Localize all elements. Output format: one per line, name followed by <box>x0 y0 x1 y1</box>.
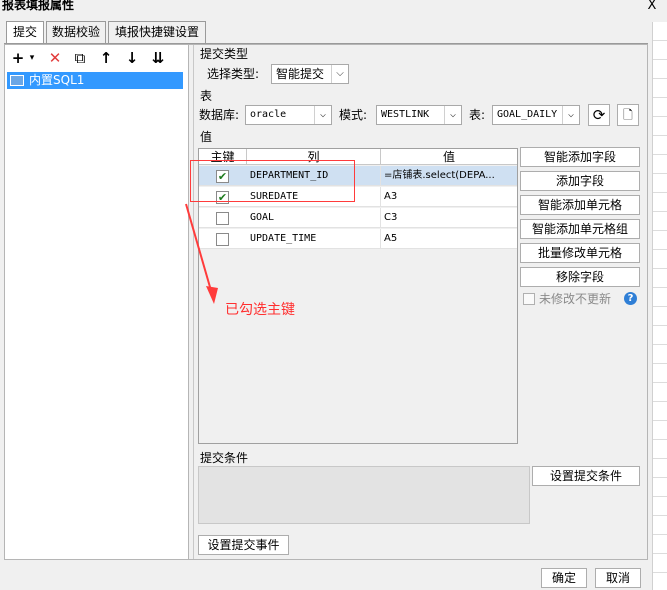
value-cell[interactable]: A5 <box>381 229 517 249</box>
column-header-value: 值 <box>442 150 455 164</box>
delete-icon[interactable]: ✕ <box>45 48 65 68</box>
tab-shortcut-settings[interactable]: 填报快捷键设置 <box>108 21 206 43</box>
table-select[interactable]: GOAL_DAILY ⌵ <box>492 105 580 125</box>
no-update-unmodified-checkbox[interactable] <box>523 293 535 305</box>
copy-icon[interactable]: ⧉ <box>70 48 90 68</box>
chevron-down-icon: ⌵ <box>562 106 579 124</box>
move-bottom-icon[interactable]: ⇊ <box>148 48 168 68</box>
table-value: GOAL_DAILY <box>497 109 558 120</box>
move-up-icon[interactable]: ↑ <box>96 48 116 68</box>
move-down-icon[interactable]: ↓ <box>122 48 142 68</box>
submit-type-select[interactable]: 智能提交 ⌵ <box>271 64 349 84</box>
tab-submit[interactable]: 提交 <box>6 21 44 44</box>
submit-type-label: 选择类型: <box>207 67 260 81</box>
table-row[interactable]: UPDATE_TIME A5 <box>199 229 517 249</box>
value-cell[interactable]: =店铺表.select(DEPA... <box>381 166 517 186</box>
chevron-down-icon: ⌵ <box>444 106 461 124</box>
smart-add-cell-button[interactable]: 智能添加单元格 <box>520 195 640 215</box>
help-icon[interactable]: ? <box>624 292 637 305</box>
table-label: 表: <box>469 108 486 122</box>
add-dropdown-icon[interactable]: ▾ <box>27 48 37 68</box>
value-cell[interactable]: C3 <box>381 208 517 228</box>
annotation-highlight-box <box>190 160 355 202</box>
submit-condition-section-title: 提交条件 <box>200 451 249 465</box>
column-cell[interactable]: UPDATE_TIME <box>247 229 381 249</box>
submit-type-value: 智能提交 <box>276 67 325 81</box>
batch-modify-cell-button[interactable]: 批量修改单元格 <box>520 243 640 263</box>
database-label: 数据库: <box>199 108 240 122</box>
remove-field-button[interactable]: 移除字段 <box>520 267 640 287</box>
schema-label: 模式: <box>339 108 368 122</box>
set-submit-condition-button[interactable]: 设置提交条件 <box>532 466 640 486</box>
table-row[interactable]: GOAL C3 <box>199 208 517 228</box>
set-submit-event-button[interactable]: 设置提交事件 <box>198 535 289 555</box>
chevron-down-icon: ⌵ <box>314 106 331 124</box>
annotation-arrow <box>185 203 218 304</box>
refresh-icon[interactable]: ⟳ <box>588 104 610 126</box>
window-title: 报表填报属性 <box>0 0 667 14</box>
schema-value: WESTLINK <box>381 109 430 120</box>
database-select[interactable]: oracle ⌵ <box>245 105 332 125</box>
annotation-text: 已勾选主键 <box>225 302 295 318</box>
preview-table-icon[interactable]: 🗋 <box>617 104 639 126</box>
cancel-button[interactable]: 取消 <box>595 568 641 588</box>
submit-type-section-title: 提交类型 <box>200 47 249 61</box>
add-icon[interactable]: + <box>10 48 26 68</box>
add-field-button[interactable]: 添加字段 <box>520 171 640 191</box>
smart-add-cell-group-button[interactable]: 智能添加单元格组 <box>520 219 640 239</box>
value-cell[interactable]: A3 <box>381 187 517 207</box>
background-window-edge <box>652 22 667 590</box>
smart-add-field-button[interactable]: 智能添加字段 <box>520 147 640 167</box>
sql-list-pane <box>5 45 189 559</box>
ok-button[interactable]: 确定 <box>541 568 587 588</box>
table-section-title: 表 <box>200 89 213 103</box>
column-cell[interactable]: GOAL <box>247 208 381 228</box>
submit-condition-area <box>198 466 530 524</box>
sql-dataset-icon <box>10 75 24 86</box>
tab-data-validation[interactable]: 数据校验 <box>46 21 106 43</box>
chevron-down-icon: ⌵ <box>331 65 348 83</box>
no-update-unmodified-label: 未修改不更新 <box>539 292 612 306</box>
schema-select[interactable]: WESTLINK ⌵ <box>376 105 462 125</box>
value-section-title: 值 <box>200 130 213 144</box>
database-value: oracle <box>250 109 287 120</box>
tree-item-sql1[interactable]: 内置SQL1 <box>7 72 183 89</box>
close-icon[interactable]: X <box>643 0 661 14</box>
